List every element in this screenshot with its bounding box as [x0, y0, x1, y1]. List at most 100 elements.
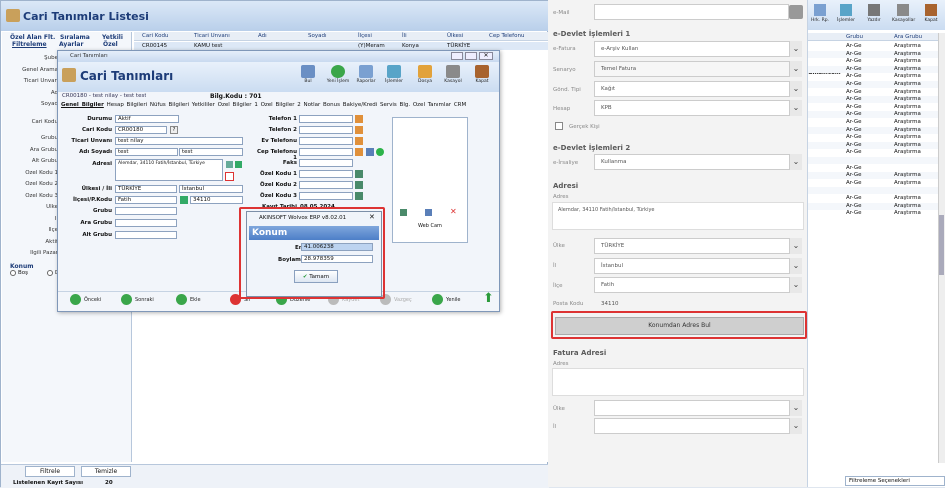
chevron-down-icon[interactable]: ⌄	[790, 61, 802, 77]
efatura-select[interactable]: e-Arşiv Kullan	[594, 41, 790, 57]
durumu-select[interactable]: Aktif	[115, 115, 179, 123]
menu-genel[interactable]: Genel Bilgiler	[61, 102, 104, 108]
lookup-icon[interactable]	[180, 196, 188, 204]
ara-grubu-select[interactable]	[115, 219, 177, 227]
grid-header[interactable]: Cep Telefonu	[487, 32, 542, 41]
menu-bonus[interactable]: Bonus	[323, 102, 340, 108]
ok-button[interactable]: ✔ Tamam	[294, 270, 338, 283]
ozel3-input[interactable]	[299, 192, 353, 200]
minimize-icon[interactable]	[451, 52, 463, 60]
ad-input[interactable]: test	[115, 148, 178, 156]
grid-lookup-icon[interactable]	[355, 192, 363, 200]
menu-yetkililer[interactable]: Yetkililer	[192, 102, 215, 108]
mail-icon[interactable]	[789, 5, 803, 19]
up-arrow-icon[interactable]: ⬆	[483, 291, 494, 306]
phone-icon[interactable]	[355, 148, 363, 156]
filter-options-select[interactable]: Filtreleme Seçenekleri	[845, 476, 945, 486]
gond-select[interactable]: Kağıt	[594, 81, 790, 97]
fatura-ulke-select[interactable]	[594, 400, 790, 416]
grid-header-ara-grubu[interactable]: Ara Grubu	[894, 34, 922, 40]
tab-filtreleme[interactable]: Filtreleme	[12, 41, 47, 48]
table-row[interactable]	[808, 165, 938, 172]
posta-kodu-input[interactable]: 34110	[190, 196, 243, 204]
menu-crm[interactable]: CRM	[454, 102, 466, 108]
maximize-icon[interactable]	[465, 52, 477, 60]
adres-textarea[interactable]: Alemdar, 34110 Fatih/İstanbul, Türkiye	[115, 159, 223, 181]
phone-icon[interactable]	[355, 126, 363, 134]
temizle-button[interactable]: Temizle	[81, 466, 131, 477]
grubu-select[interactable]	[115, 207, 177, 215]
save-photo-icon[interactable]	[425, 209, 432, 216]
boylam-input[interactable]: 28.978359	[301, 255, 373, 263]
soyad-input[interactable]: test	[179, 148, 243, 156]
ozel2-input[interactable]	[299, 181, 353, 189]
popup-close-icon[interactable]: ✕	[369, 213, 375, 221]
ilce-select[interactable]: Fatih	[594, 277, 790, 293]
whatsapp-icon[interactable]	[376, 148, 384, 156]
toolbar-kasayol[interactable]: Kasayol	[441, 63, 465, 91]
prev-button[interactable]: Önceki	[84, 297, 101, 303]
tab-ozel-alan[interactable]: Özel Alan Flt.	[10, 34, 55, 41]
refresh-icon[interactable]	[432, 294, 443, 305]
email-input[interactable]	[594, 4, 789, 20]
il-select[interactable]: İstanbul	[594, 258, 790, 274]
grid-lookup-icon[interactable]	[355, 181, 363, 189]
refresh-button[interactable]: Yenile	[446, 297, 461, 303]
ozel1-input[interactable]	[299, 170, 353, 178]
cari-kodu-input[interactable]: CR00180	[115, 126, 167, 134]
address-map-icon[interactable]	[226, 161, 233, 168]
menu-hesap[interactable]: Hesap Bilgileri	[107, 102, 148, 108]
fatura-il-select[interactable]	[594, 418, 790, 434]
phone-icon[interactable]	[355, 115, 363, 123]
grid-header[interactable]: Ticari Unvanı	[192, 32, 252, 41]
next-icon[interactable]	[121, 294, 132, 305]
add-icon[interactable]	[176, 294, 187, 305]
gercek-kisi-checkbox[interactable]	[555, 122, 563, 130]
faks-input[interactable]	[299, 159, 353, 167]
toolbar-hrk-rp[interactable]: Hrk. Rp.	[809, 2, 831, 30]
delete-photo-icon[interactable]: ✕	[450, 207, 457, 216]
chevron-down-icon[interactable]: ⌄	[790, 100, 802, 116]
toolbar-yeni-islem[interactable]: Yeni İşlem	[326, 63, 350, 91]
prev-icon[interactable]	[70, 294, 81, 305]
toolbar-raporlar[interactable]: Raporlar	[354, 63, 378, 91]
scrollbar-thumb[interactable]	[939, 215, 944, 275]
alt-grubu-select[interactable]	[115, 231, 177, 239]
menu-ozel1[interactable]: Özel Bilgiler 1	[218, 102, 258, 108]
tab-ozel[interactable]: Özel	[103, 41, 118, 48]
next-button[interactable]: Sonraki	[135, 297, 154, 303]
toolbar-dosya[interactable]: Dosya	[413, 63, 437, 91]
chevron-down-icon[interactable]: ⌄	[790, 418, 802, 434]
grid-header[interactable]: Soyadı	[306, 32, 346, 41]
senaryo-select[interactable]: Temel Fatura	[594, 61, 790, 77]
toolbar-kapat[interactable]: Kapat	[470, 63, 494, 91]
chevron-down-icon[interactable]: ⌄	[790, 277, 802, 293]
grid-header[interactable]: Ülkesi	[445, 32, 485, 41]
phone-icon[interactable]	[355, 137, 363, 145]
konumdan-adres-bul-button[interactable]: Konumdan Adres Bul	[555, 317, 804, 335]
grid-header[interactable]: Cari Kodu	[140, 32, 182, 41]
toolbar-yazdir[interactable]: Yazdır	[863, 2, 885, 30]
ulke-select[interactable]: TÜRKİYE	[594, 238, 790, 254]
ev-tel-input[interactable]	[299, 137, 353, 145]
add-button[interactable]: Ekle	[190, 297, 201, 303]
chevron-down-icon[interactable]: ⌄	[790, 81, 802, 97]
fatura-adres-textarea[interactable]	[552, 368, 804, 396]
location-pin-icon[interactable]	[225, 172, 234, 181]
close-icon[interactable]: ✕	[479, 52, 493, 60]
tel1-input[interactable]	[299, 115, 353, 123]
chevron-down-icon[interactable]: ⌄	[790, 258, 802, 274]
menu-bakiye[interactable]: Bakiye/Kredi	[343, 102, 378, 108]
konum-radio-bos[interactable]	[10, 270, 16, 276]
grid-header[interactable]: Adı	[256, 32, 296, 41]
filtrele-button[interactable]: Filtrele	[25, 466, 75, 477]
chevron-down-icon[interactable]: ⌄	[790, 238, 802, 254]
tab-yetkili[interactable]: Yetkili	[102, 34, 123, 41]
cep1-input[interactable]	[299, 148, 353, 156]
grid-header[interactable]: İlçesi	[356, 32, 396, 41]
grid-header[interactable]: İli	[400, 32, 440, 41]
toolbar-islemler[interactable]: İşlemler	[382, 63, 406, 91]
hesap-select[interactable]: KPB	[594, 100, 790, 116]
eirsaliye-select[interactable]: Kullanma	[594, 154, 790, 170]
toolbar-bul[interactable]: Bul	[296, 63, 320, 91]
